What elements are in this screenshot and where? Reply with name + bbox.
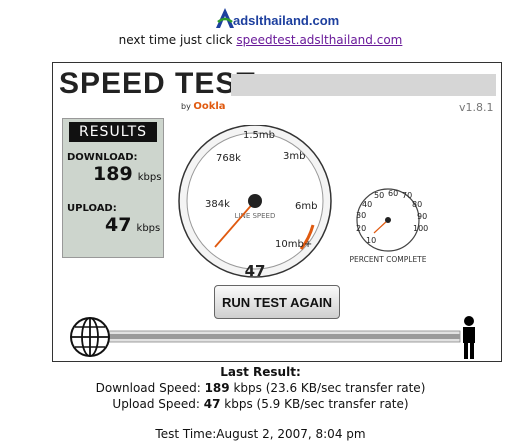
- upload-speed-prefix: Upload Speed:: [112, 397, 200, 411]
- upload-value: 47: [105, 214, 132, 236]
- byline: by Ookla: [181, 101, 226, 112]
- progress-bar-fill: [98, 334, 460, 339]
- results-box: RESULTS DOWNLOAD: 189 kbps UPLOAD: 47 kb…: [62, 118, 164, 258]
- upload-speed-value: 47: [203, 397, 221, 411]
- percent-label-90: 90: [417, 212, 427, 221]
- download-value: 189: [93, 163, 133, 185]
- percent-label-30: 30: [356, 211, 366, 220]
- percent-label-50: 50: [374, 191, 384, 200]
- title-bar: [231, 74, 496, 96]
- percent-caption: PERCENT COMPLETE: [349, 255, 426, 264]
- ookla-brand: Ookla: [193, 101, 226, 112]
- tagline-prefix: next time just click: [118, 33, 233, 47]
- percent-needle-hub: [385, 217, 391, 223]
- run-test-again-button[interactable]: RUN TEST AGAIN: [214, 285, 340, 319]
- upload-speed-suffix: kbps (5.9 KB/sec transfer rate): [224, 397, 409, 411]
- download-speed-suffix: kbps (23.6 KB/sec transfer rate): [233, 381, 426, 395]
- percent-label-100: 100: [413, 224, 428, 233]
- line-speed-gauge: LINE SPEED 384k 768k 1.5mb 3mb 6mb 10mb+…: [178, 125, 332, 280]
- person-icon: [463, 316, 475, 359]
- tagline: next time just click speedtest.adslthail…: [0, 33, 521, 47]
- percent-label-20: 20: [356, 224, 366, 233]
- percent-label-70: 70: [402, 191, 412, 200]
- percent-complete-gauge: 1020 30 4050 60 7080 90 100 PERCENT COMPLETE: [349, 188, 428, 264]
- percent-label-10: 10: [366, 236, 376, 245]
- speedtest-panel: SPEED TEST by Ookla v1.8.1 RESULTS DOWNL…: [52, 62, 502, 362]
- gauge-label-10mb: 10mb+: [275, 239, 312, 250]
- gauge-label-3mb: 3mb: [283, 151, 305, 162]
- upload-label: UPLOAD:: [67, 203, 117, 214]
- needle-hub: [248, 194, 262, 208]
- last-result-section: Last Result: Download Speed: 189 kbps (2…: [0, 364, 521, 442]
- results-heading: RESULTS: [69, 122, 157, 142]
- logo-text: adslthailand.com: [233, 13, 340, 28]
- download-speed-line: Download Speed: 189 kbps (23.6 KB/sec tr…: [0, 380, 521, 396]
- gauge-label-6mb: 6mb: [295, 201, 317, 212]
- download-speed-prefix: Download Speed:: [95, 381, 201, 395]
- test-time: Test Time:August 2, 2007, 8:04 pm: [155, 427, 366, 441]
- percent-label-80: 80: [412, 200, 422, 209]
- version-label: v1.8.1: [459, 101, 494, 114]
- byline-by: by: [181, 102, 191, 111]
- gauge-readout: 47: [245, 262, 266, 280]
- last-result-heading: Last Result:: [220, 365, 301, 379]
- progress-track: [70, 316, 475, 359]
- speedtest-link[interactable]: speedtest.adslthailand.com: [236, 33, 402, 47]
- percent-label-40: 40: [362, 200, 372, 209]
- globe-icon: [70, 317, 110, 357]
- download-unit: kbps: [137, 172, 162, 183]
- upload-speed-line: Upload Speed: 47 kbps (5.9 KB/sec transf…: [0, 396, 521, 412]
- upload-unit: kbps: [136, 223, 161, 234]
- upload-readout: 47 kbps: [105, 214, 160, 236]
- download-readout: 189 kbps: [93, 163, 161, 185]
- download-label: DOWNLOAD:: [67, 152, 138, 163]
- gauge-label-384k: 384k: [205, 199, 230, 210]
- speedtest-title: SPEED TEST: [59, 67, 256, 100]
- download-speed-value: 189: [204, 381, 230, 395]
- gauge-label-1-5mb: 1.5mb: [243, 130, 275, 141]
- gauge-center-label: LINE SPEED: [235, 212, 276, 220]
- percent-label-60: 60: [388, 189, 398, 198]
- gauge-label-768k: 768k: [216, 153, 241, 164]
